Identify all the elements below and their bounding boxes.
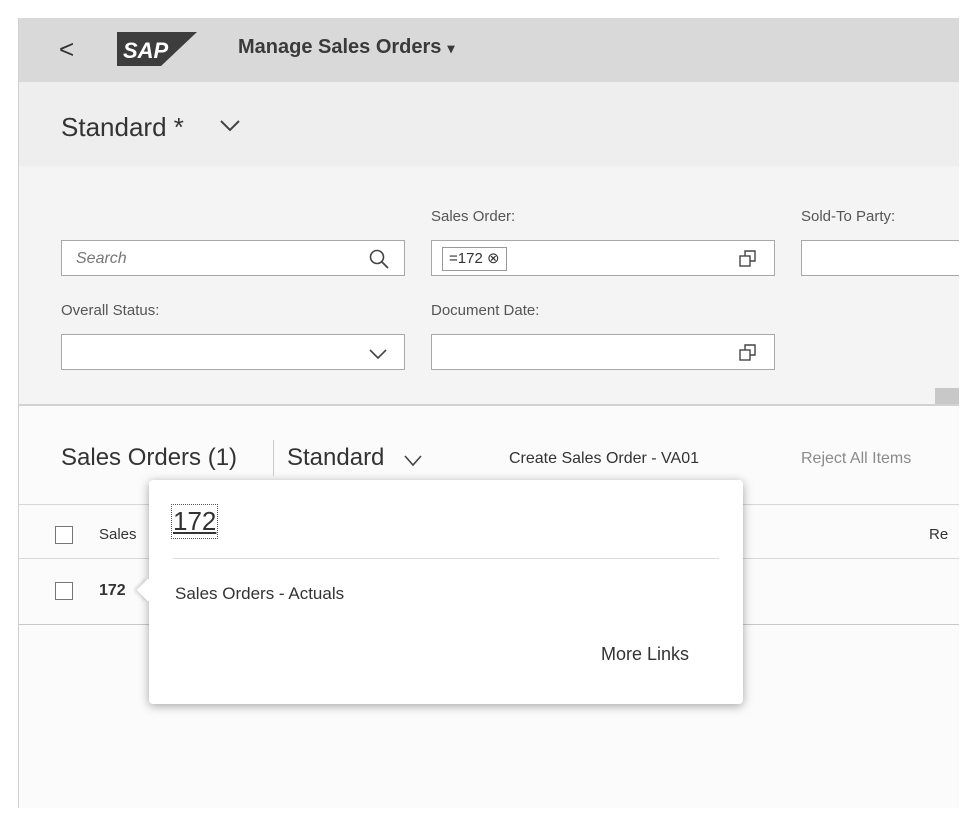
create-sales-order-button[interactable]: Create Sales Order - VA01 [509, 450, 699, 468]
back-icon: < [59, 34, 75, 64]
sales-orders-actuals-link[interactable]: Sales Orders - Actuals [175, 584, 344, 604]
document-date-field[interactable] [431, 334, 775, 370]
sales-order-field[interactable]: =172 ⊗ [431, 240, 775, 276]
title-separator [273, 440, 274, 476]
search-input[interactable]: Search [61, 240, 405, 276]
popover-title-link[interactable]: 172 [170, 504, 219, 539]
table-variant[interactable]: Standard [287, 444, 384, 472]
chevron-down-icon[interactable] [403, 454, 423, 468]
filter-bar: Sales Order: Sold-To Party: Search =172 … [19, 166, 959, 406]
column-header-sales[interactable]: Sales [99, 526, 137, 543]
sold-to-party-label: Sold-To Party: [801, 208, 896, 225]
more-links-button[interactable]: More Links [601, 644, 689, 665]
shell-bar: < SAP Manage Sales Orders ▾ [19, 18, 959, 82]
chevron-down-icon[interactable] [219, 118, 241, 134]
back-button[interactable]: < [59, 34, 79, 64]
variant-title[interactable]: Standard * [61, 112, 184, 143]
quick-links-popover: 172 Sales Orders - Actuals More Links [136, 480, 743, 704]
sales-order-label: Sales Order: [431, 208, 516, 225]
sold-to-party-field[interactable] [801, 240, 959, 276]
overall-status-label: Overall Status: [61, 302, 160, 319]
sap-logo: SAP [117, 32, 197, 66]
row-checkbox[interactable] [55, 582, 73, 600]
search-placeholder: Search [76, 250, 127, 267]
chevron-down-icon[interactable] [368, 347, 388, 361]
reject-all-items-button[interactable]: Reject All Items [801, 450, 911, 468]
document-date-label: Document Date: [431, 302, 540, 319]
sales-order-token[interactable]: =172 ⊗ [442, 247, 507, 271]
app-frame: < SAP Manage Sales Orders ▾ Standard * Sa… [18, 18, 959, 808]
app-title-menu[interactable]: Manage Sales Orders ▾ [238, 36, 454, 59]
select-all-checkbox[interactable] [55, 526, 73, 544]
sap-logo-text: SAP [123, 38, 169, 63]
value-help-icon[interactable] [738, 343, 758, 363]
table-title: Sales Orders (1) [61, 444, 238, 471]
column-header-re[interactable]: Re [929, 526, 948, 543]
overall-status-select[interactable] [61, 334, 405, 370]
caret-down-icon: ▾ [447, 40, 455, 56]
variant-header: Standard * [19, 82, 959, 167]
sales-order-link[interactable]: 172 [99, 582, 126, 600]
search-icon[interactable] [368, 248, 390, 270]
popover-separator [173, 558, 719, 559]
app-title: Manage Sales Orders [238, 36, 442, 58]
value-help-icon[interactable] [738, 249, 758, 269]
